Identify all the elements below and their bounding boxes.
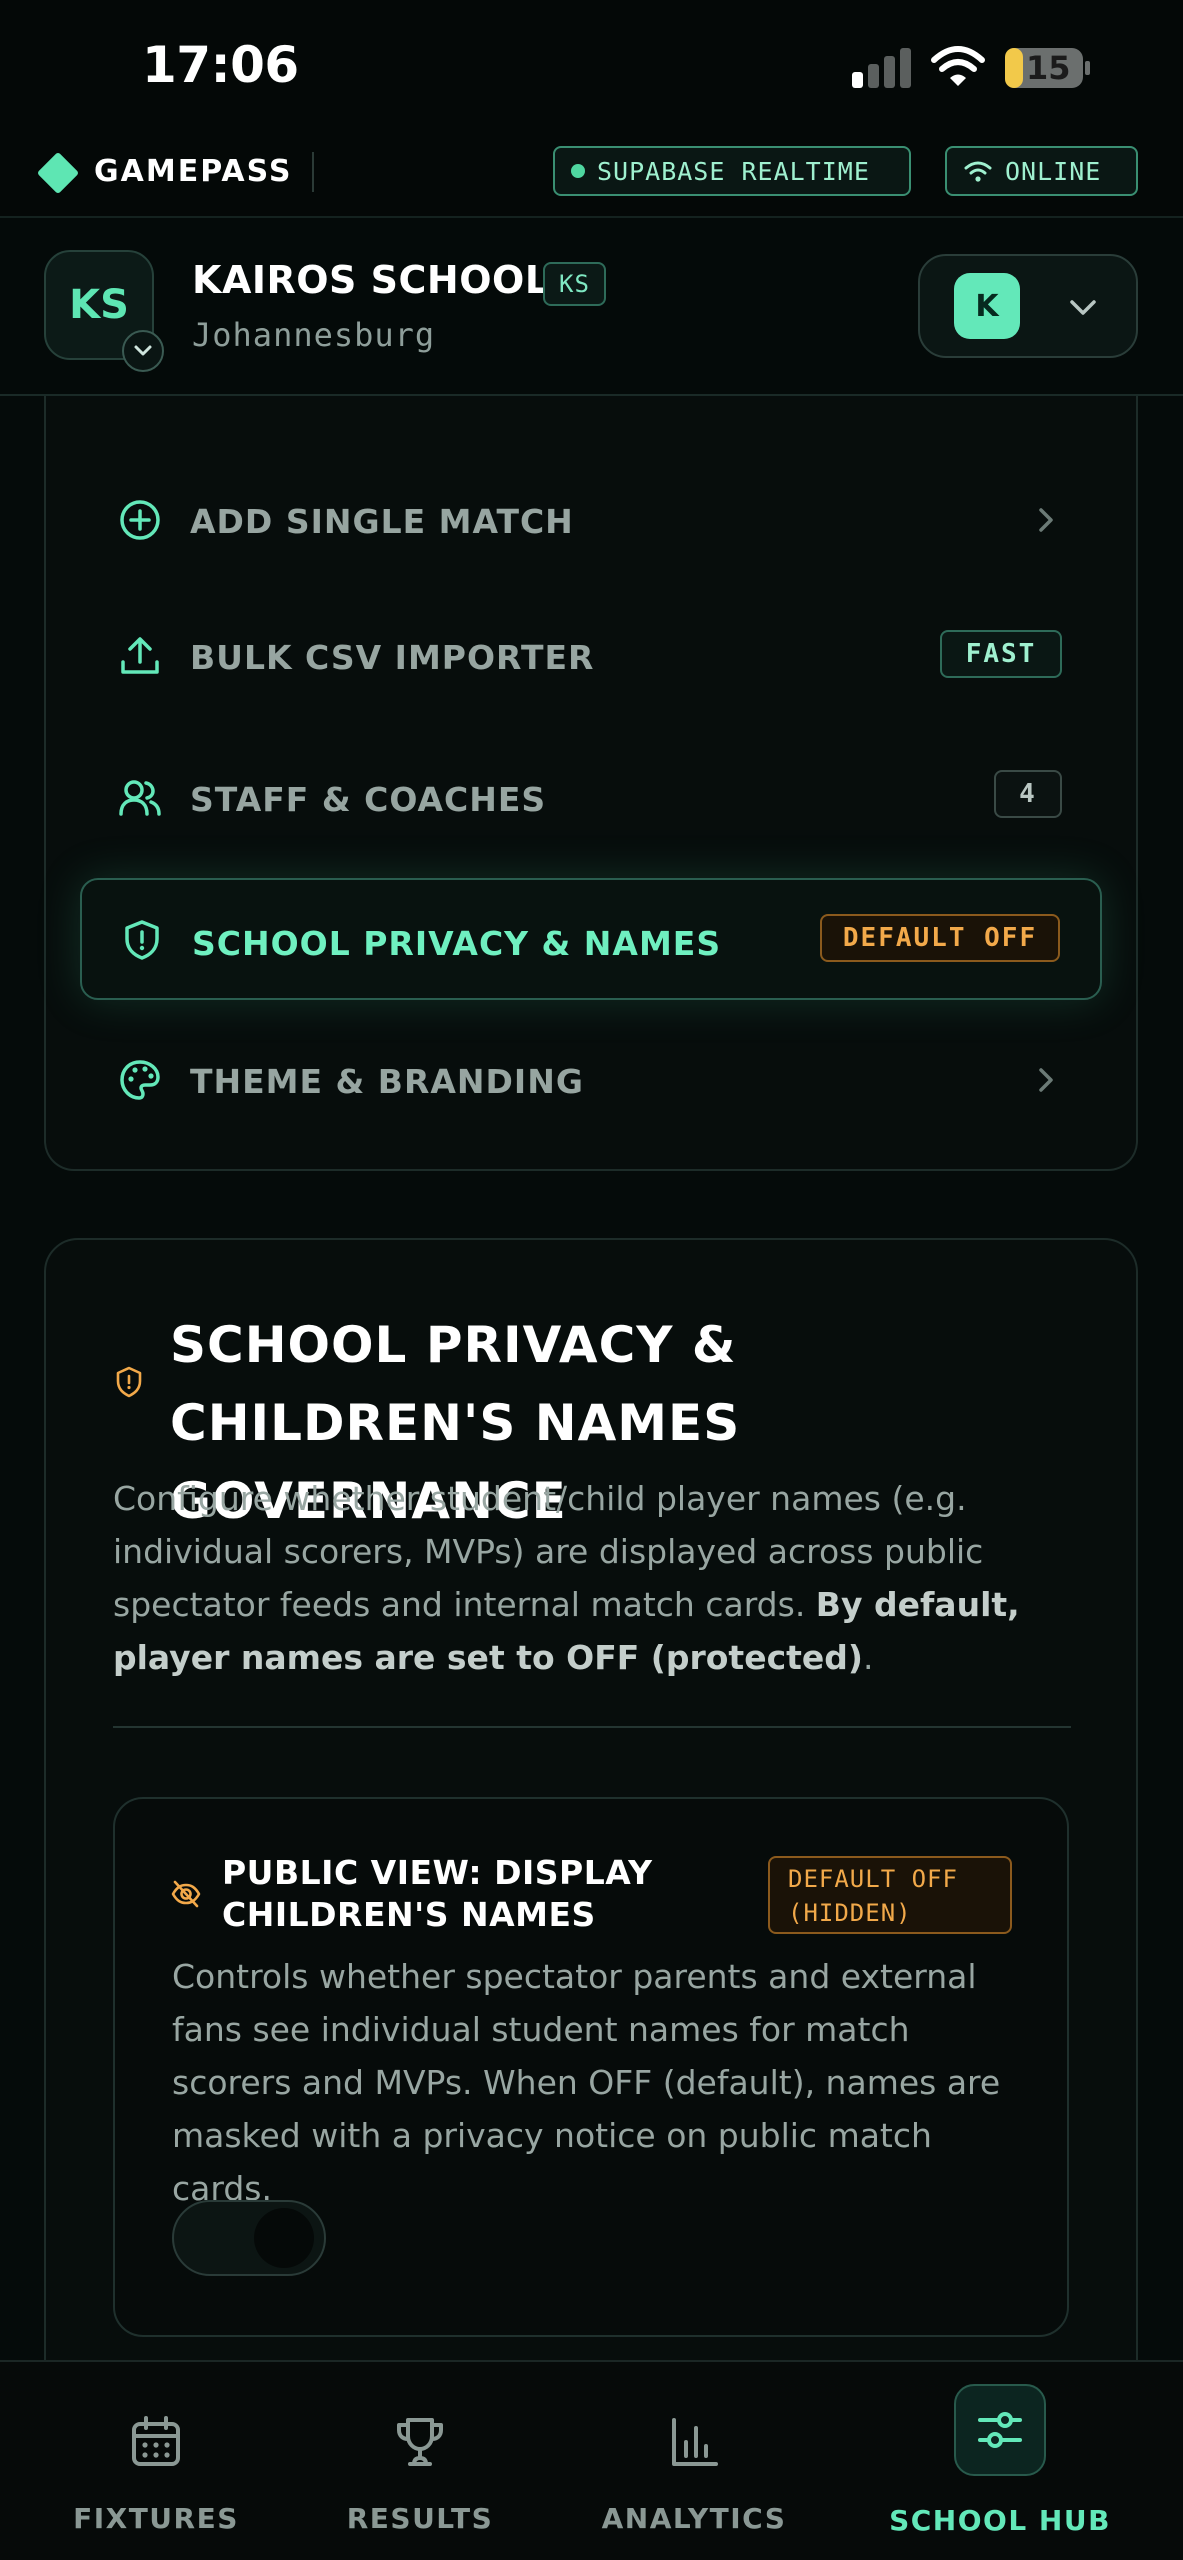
menu-item-theme-branding[interactable]: THEME & BRANDING [80, 1018, 1102, 1138]
realtime-chip-label: SUPABASE REALTIME [597, 156, 870, 186]
status-time: 17:06 [142, 36, 299, 94]
menu-item-school-privacy-names[interactable]: SCHOOL PRIVACY & NAMES DEFAULT OFF [80, 878, 1102, 1000]
calendar-icon [132, 2416, 180, 2466]
nav-tab-school-hub[interactable]: SCHOOL HUB [884, 2360, 1116, 2560]
nav-label: ANALYTICS [601, 2502, 787, 2535]
users-icon [119, 780, 161, 816]
default-off-badge: DEFAULT OFF [820, 914, 1060, 962]
shield-icon [125, 920, 159, 960]
section-divider [113, 1726, 1071, 1728]
user-account-button[interactable] [918, 254, 1138, 358]
upload-icon [121, 637, 159, 674]
setting-description: Controls whether spectator parents and e… [172, 1957, 1001, 2208]
display-names-toggle[interactable] [172, 2200, 326, 2276]
plus-circle-icon [120, 500, 160, 540]
menu-item-label: SCHOOL PRIVACY & NAMES [192, 924, 722, 963]
eye-off-icon [171, 1880, 201, 1908]
fast-badge: FAST [940, 630, 1062, 678]
staff-count-badge: 4 [994, 770, 1062, 818]
nav-tab-analytics[interactable]: ANALYTICS [592, 2360, 796, 2560]
default-off-hidden-badge: DEFAULT OFF (HIDDEN) [768, 1856, 1012, 1934]
sliders-icon [978, 2412, 1022, 2448]
school-switcher-chevron-icon[interactable] [122, 330, 164, 372]
nav-label: RESULTS [346, 2502, 494, 2535]
chevron-right-icon [1039, 1068, 1053, 1092]
badge-line-1: DEFAULT OFF [788, 1865, 958, 1893]
school-initials: KS [69, 282, 129, 328]
chevron-down-icon [1070, 300, 1096, 315]
menu-item-label: STAFF & COACHES [190, 780, 547, 819]
menu-item-bulk-csv-importer[interactable]: BULK CSV IMPORTER FAST [80, 594, 1102, 714]
nav-tab-fixtures[interactable]: FIXTURES [56, 2360, 256, 2560]
chevron-right-icon [1039, 508, 1053, 532]
school-name: KAIROS SCHOOL [192, 258, 550, 302]
wifi-icon [931, 46, 985, 86]
toggle-knob [254, 2208, 314, 2268]
battery-icon: 15 [1004, 46, 1092, 90]
school-city: Johannesburg [192, 316, 436, 354]
menu-item-add-single-match[interactable]: ADD SINGLE MATCH [80, 458, 1102, 578]
palette-icon [120, 1060, 160, 1100]
warning-shield-icon [116, 1366, 142, 1398]
online-status-chip: ONLINE [945, 146, 1138, 196]
bar-chart-icon [672, 2418, 718, 2466]
badge-line-2: (HIDDEN) [788, 1899, 912, 1927]
setting-title: PUBLIC VIEW: DISPLAY CHILDREN'S NAMES [222, 1853, 653, 1934]
nav-tab-results[interactable]: RESULTS [320, 2360, 520, 2560]
supabase-realtime-chip: SUPABASE REALTIME [553, 146, 911, 196]
trophy-icon [397, 2418, 443, 2466]
wifi-small-icon [964, 161, 992, 182]
realtime-status-dot [571, 164, 585, 178]
privacy-card-description: Configure whether student/child player n… [113, 1472, 1083, 1684]
school-code-badge: KS [543, 262, 606, 306]
menu-item-label: ADD SINGLE MATCH [190, 502, 574, 541]
nav-label: SCHOOL HUB [889, 2504, 1111, 2537]
online-chip-label: ONLINE [1005, 156, 1102, 186]
nav-label: FIXTURES [73, 2502, 239, 2535]
brand-divider [312, 152, 314, 192]
user-avatar[interactable]: K [954, 273, 1020, 339]
description-end: . [863, 1638, 874, 1677]
menu-item-label: BULK CSV IMPORTER [190, 638, 595, 677]
brand-name: GAMEPASS [94, 154, 293, 189]
menu-item-label: THEME & BRANDING [190, 1062, 584, 1101]
menu-item-staff-coaches[interactable]: STAFF & COACHES 4 [80, 736, 1102, 856]
cellular-signal-icon [852, 48, 912, 88]
battery-level: 15 [1026, 49, 1071, 87]
